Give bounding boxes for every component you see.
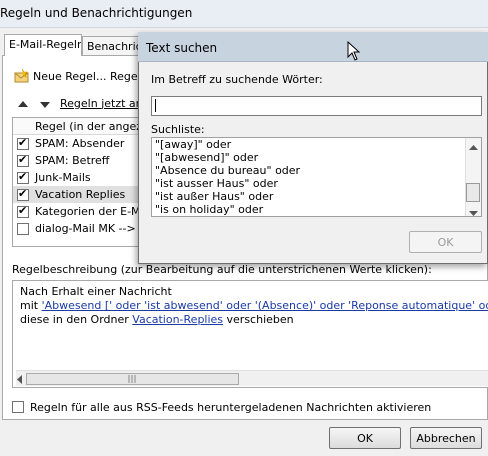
rule-label: Junk-Mails	[35, 171, 91, 184]
search-list[interactable]: "[away]" oder "[abwesend]" oder "Absence…	[151, 137, 482, 217]
find-ok-button-label: OK	[437, 235, 454, 249]
scroll-up-button[interactable]	[469, 141, 478, 154]
search-list-item[interactable]: "Absence du bureau" oder	[152, 164, 481, 177]
description-hscroll-thumb[interactable]	[26, 373, 239, 385]
rules-dialog-titlebar[interactable]: Regeln und Benachrichtigungen	[0, 0, 488, 28]
search-list-label: Suchliste:	[151, 123, 205, 136]
arrow-up-icon	[18, 101, 28, 107]
scroll-down-icon	[469, 211, 478, 216]
scroll-left-button[interactable]	[17, 374, 23, 387]
search-list-item[interactable]: "is on holiday" oder	[152, 203, 481, 216]
rss-rules-label: Regeln für alle aus RSS-Feeds herunterge…	[30, 400, 432, 414]
rss-rules-option[interactable]: Regeln für alle aus RSS-Feeds herunterge…	[12, 400, 431, 414]
desc-line-2: mit 'Abwesend [' oder 'ist abwesend' ode…	[20, 299, 488, 312]
rule-description-label: Regelbeschreibung (zur Bearbeitung auf d…	[12, 263, 432, 276]
tab-notifications[interactable]: Benachrichtigungen	[82, 36, 142, 56]
search-list-item[interactable]: "[abwesend]" oder	[152, 151, 481, 164]
new-rule-icon	[14, 69, 29, 83]
move-up-button[interactable]	[18, 98, 28, 111]
grip-icon	[128, 375, 136, 383]
find-text-titlebar[interactable]: Text suchen	[138, 32, 488, 62]
search-list-item[interactable]: "[away]" oder	[152, 138, 481, 151]
rule-checkbox[interactable]	[17, 153, 29, 167]
tab-email-rules[interactable]: E-Mail-Regeln	[4, 34, 82, 56]
rule-label: Vacation Replies	[35, 188, 126, 201]
new-rule-label: Neue Regel...	[33, 69, 107, 83]
rule-checkbox[interactable]	[17, 187, 29, 201]
rss-rules-checkbox[interactable]	[12, 401, 24, 413]
desc-line-3-prefix: diese in den Ordner	[20, 313, 133, 326]
subject-words-label: Im Betreff zu suchende Wörter:	[151, 73, 323, 86]
rule-checkbox[interactable]	[17, 204, 29, 218]
scroll-up-icon	[469, 145, 478, 150]
new-rule-button[interactable]: Neue Regel...	[14, 67, 106, 85]
subject-words-input[interactable]	[151, 96, 482, 116]
search-list-item[interactable]: "ist ausser Haus" oder	[152, 177, 481, 190]
rule-checkbox[interactable]	[17, 170, 29, 184]
change-rule-label: Regel ändern	[110, 69, 138, 83]
cancel-button[interactable]: Abbrechen	[410, 427, 482, 449]
arrow-down-icon	[40, 102, 50, 108]
desc-line-2-prefix: mit	[20, 299, 42, 312]
search-list-vscroll-thumb[interactable]	[466, 183, 480, 202]
cursor-arrow-icon	[347, 40, 361, 61]
mouse-cursor	[347, 40, 361, 64]
rule-label: SPAM: Betreff	[35, 154, 110, 167]
cancel-button-label: Abbrechen	[416, 431, 476, 445]
find-text-title: Text suchen	[146, 41, 218, 55]
rule-checkbox[interactable]	[17, 222, 29, 235]
ok-button[interactable]: OK	[329, 427, 401, 449]
desc-line-3-suffix: verschieben	[223, 313, 294, 326]
rule-checkbox[interactable]	[17, 136, 29, 150]
desc-line-1: Nach Erhalt einer Nachricht	[20, 285, 172, 298]
search-list-item[interactable]: "ist außer Haus" oder	[152, 190, 481, 203]
text-caret	[155, 99, 156, 112]
desc-line-3: diese in den Ordner Vacation-Replies ver…	[20, 313, 294, 326]
scroll-left-icon	[17, 375, 22, 384]
move-down-button[interactable]	[40, 99, 50, 112]
rules-dialog-title: Regeln und Benachrichtigungen	[0, 6, 193, 20]
folder-link[interactable]: Vacation-Replies	[132, 313, 223, 326]
rule-label: SPAM: Absender	[35, 137, 125, 150]
run-rules-label: Regeln jetzt anwenden	[60, 96, 138, 110]
subject-words-link[interactable]: 'Abwesend [' oder 'ist abwesend' oder '(…	[42, 299, 488, 312]
find-ok-button[interactable]: OK	[409, 231, 482, 253]
tab-notifications-label: Benachrichtigungen	[87, 40, 142, 53]
run-rules-button[interactable]: Regeln jetzt anwenden	[60, 95, 138, 111]
ok-button-label: OK	[357, 431, 373, 445]
change-rule-button[interactable]: Regel ändern	[110, 67, 138, 85]
scroll-down-button[interactable]	[469, 207, 478, 220]
tab-email-rules-label: E-Mail-Regeln	[9, 38, 82, 51]
